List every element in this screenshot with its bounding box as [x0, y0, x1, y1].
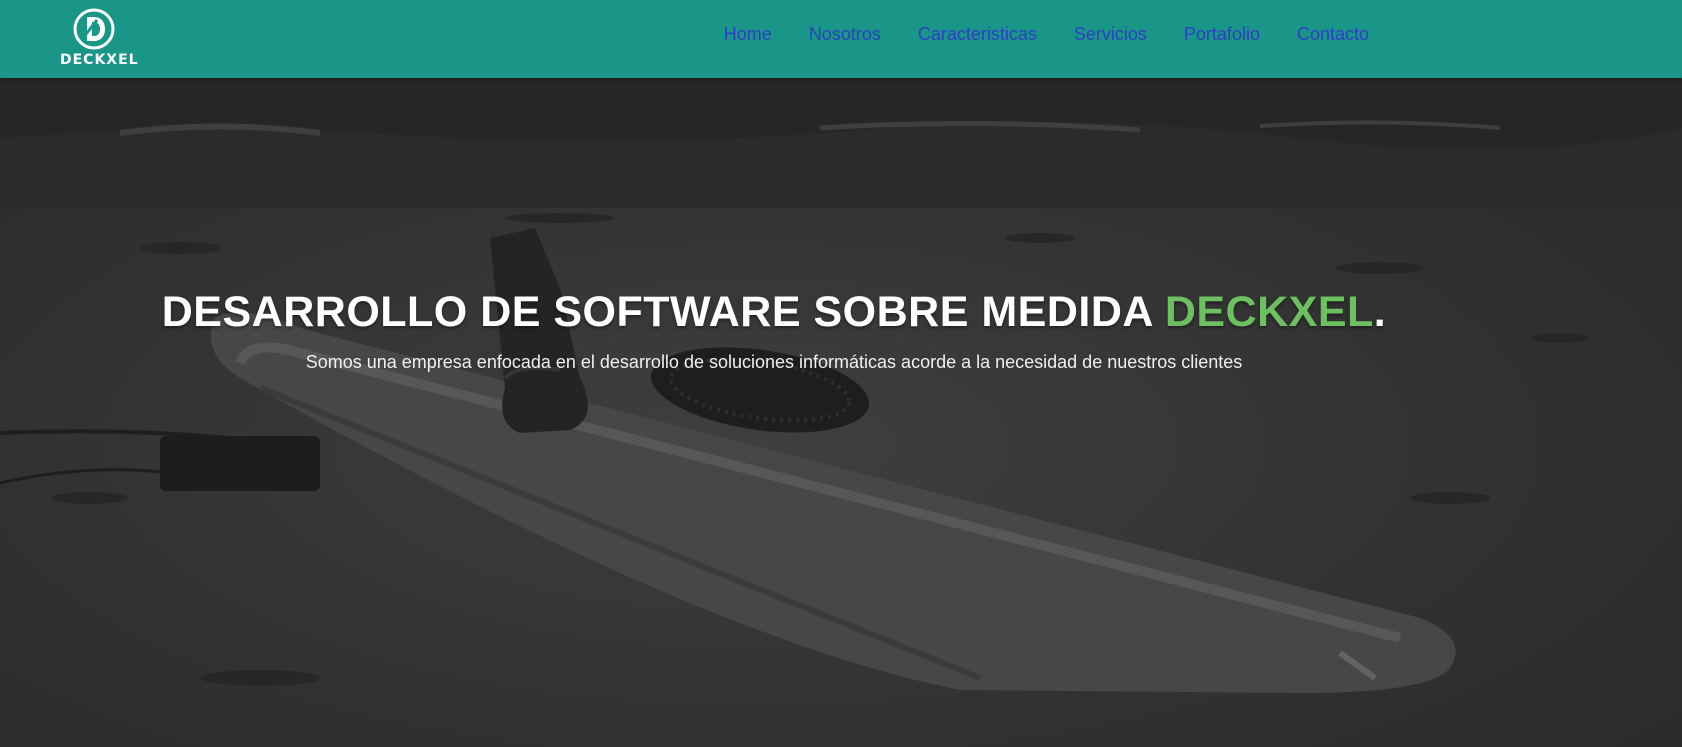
brand-name: DECKXEL — [60, 52, 139, 68]
site-header: DECKXEL Home Nosotros Caracteristicas Se… — [0, 0, 1682, 78]
brand-logo[interactable]: DECKXEL — [60, 8, 139, 70]
nav-item-nosotros[interactable]: Nosotros — [809, 24, 881, 45]
main-nav: Home Nosotros Caracteristicas Servicios … — [724, 0, 1369, 68]
hero-title-main: DESARROLLO DE SOFTWARE SOBRE MEDIDA — [161, 288, 1165, 336]
hero-title: DESARROLLO DE SOFTWARE SOBRE MEDIDA DECK… — [0, 288, 1548, 337]
hero-section: DESARROLLO DE SOFTWARE SOBRE MEDIDA DECK… — [0, 78, 1682, 747]
nav-item-portafolio[interactable]: Portafolio — [1184, 24, 1260, 45]
nav-item-contacto[interactable]: Contacto — [1297, 24, 1369, 45]
nav-item-caracteristicas[interactable]: Caracteristicas — [918, 24, 1037, 45]
deckxel-d-logo-icon — [73, 8, 115, 50]
hero-title-accent: DECKXEL — [1164, 288, 1374, 336]
hero-dark-overlay — [0, 78, 1682, 747]
nav-item-home[interactable]: Home — [724, 24, 772, 45]
nav-item-servicios[interactable]: Servicios — [1074, 24, 1147, 45]
hero-subtitle: Somos una empresa enfocada en el desarro… — [305, 352, 1243, 372]
hero-title-end: . — [1373, 288, 1387, 336]
